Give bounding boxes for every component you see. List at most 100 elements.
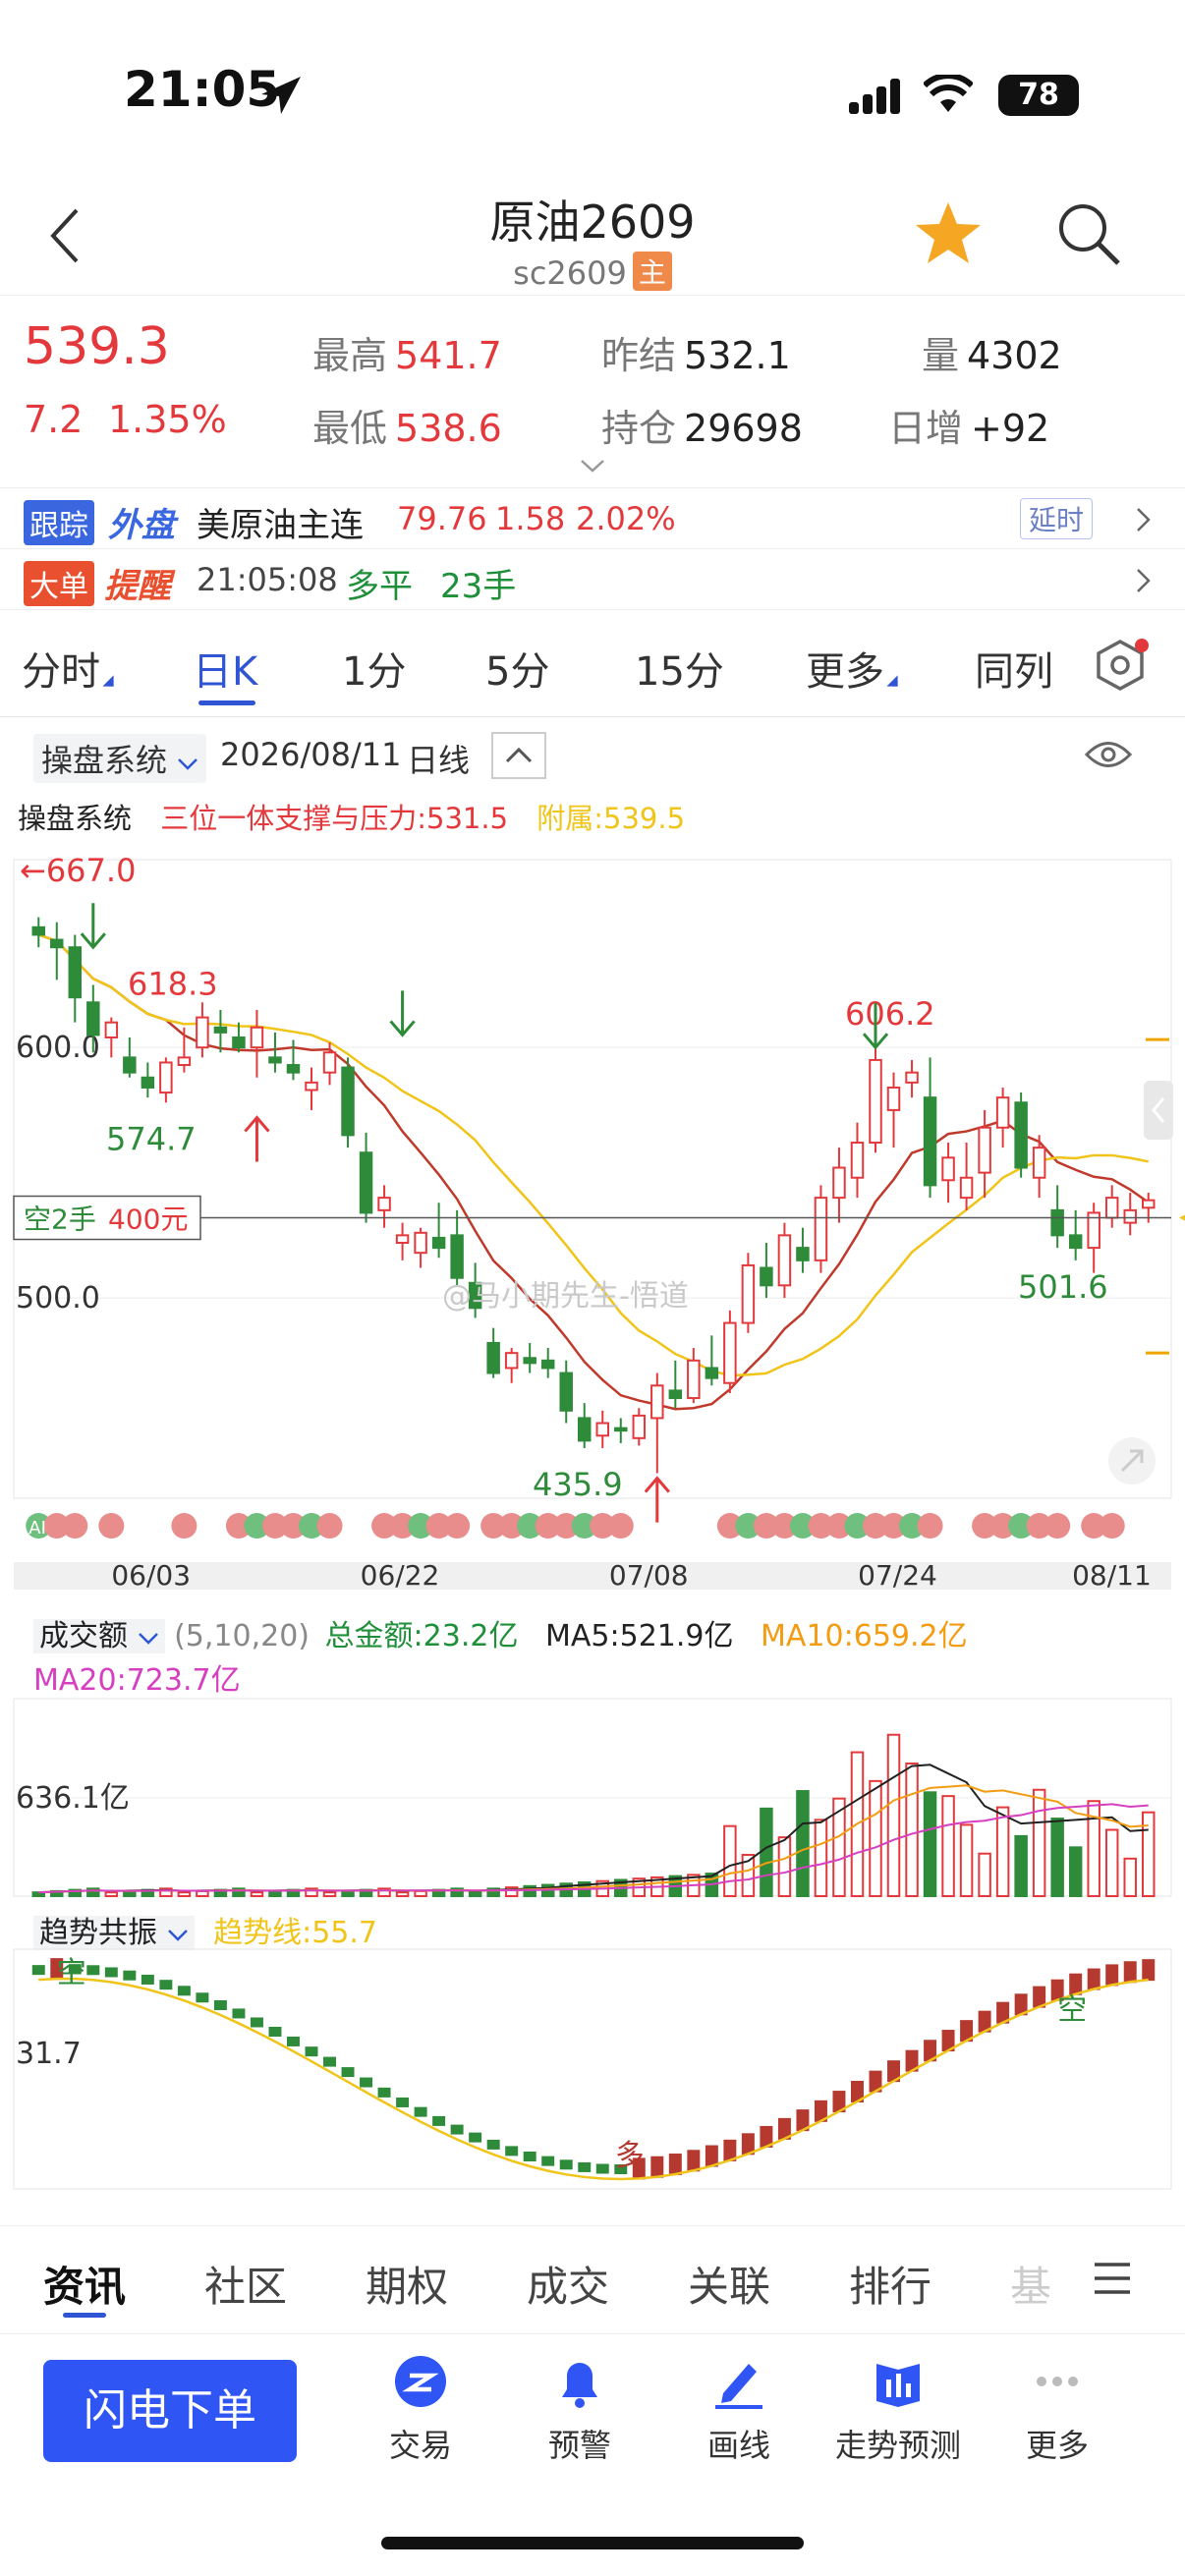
tab-1min[interactable]: 1分 [342, 640, 406, 697]
trend-chart[interactable]: 31.7 空多 空 [0, 1945, 1185, 2196]
plot-frame [13, 859, 1172, 1499]
trend-block [250, 2017, 263, 2028]
tab-basis[interactable]: 基 [1010, 2254, 1051, 2314]
status-bar: 21:05 78 [0, 0, 1185, 187]
tab-ranking[interactable]: 排行 [849, 2254, 931, 2314]
volume-bar [177, 1891, 192, 1897]
low-annotation: 501.6 [1018, 1268, 1108, 1306]
trend-marker: 空 [1057, 1993, 1087, 2028]
candle-body [777, 1234, 792, 1287]
flash-order-button[interactable]: 闪电下单 [43, 2360, 297, 2462]
big-order-row[interactable]: 大单 提醒 21:05:08 多平 23手 [0, 548, 1185, 609]
footer-forecast[interactable]: 走势预测 [819, 2354, 977, 2466]
trend-block [31, 1965, 45, 1976]
system-selector[interactable]: 操盘系统 [33, 734, 207, 783]
buy-arrow-icon [644, 1476, 670, 1523]
trend-block [595, 2163, 609, 2174]
x-tick-label: 07/08 [609, 1559, 689, 1592]
ai-badge-label: AI [28, 1518, 46, 1539]
volume-bar [104, 1891, 119, 1897]
high-annotation: ←667.0 [20, 852, 136, 889]
trend-block [1123, 1961, 1137, 1984]
expand-chevron-icon[interactable] [578, 458, 607, 474]
collapse-toggle-icon[interactable] [491, 732, 546, 779]
open-interest-field: 持仓 29698 [601, 407, 803, 450]
tab-daily-k[interactable]: 日K [193, 640, 257, 697]
tab-trades[interactable]: 成交 [527, 2254, 609, 2314]
volume-bar [923, 1791, 937, 1897]
trend-block [123, 1970, 137, 1981]
foreign-badge: 外盘 [108, 506, 175, 545]
main-contract-badge: 主 [632, 252, 672, 291]
tab-more[interactable]: 更多 [806, 640, 900, 697]
candle-body [832, 1166, 846, 1200]
candle-body [941, 1156, 955, 1182]
volume-params: (5,10,20) [174, 1619, 310, 1653]
dropdown-triangle-icon [886, 675, 898, 687]
candle-body [741, 1263, 756, 1324]
trend-block [414, 2106, 427, 2117]
location-arrow-icon [261, 77, 301, 114]
favorite-star-icon[interactable] [914, 200, 983, 265]
volume-selector[interactable]: 成交额 [33, 1619, 165, 1653]
peak-annotation: 618.3 [128, 965, 218, 1002]
volume-chart[interactable]: 636.1亿 [0, 1695, 1185, 1906]
volume-bar [1123, 1857, 1137, 1898]
candle-body [814, 1197, 828, 1261]
ticker-change-pct: 2.02% [576, 500, 676, 537]
menu-icon[interactable] [1093, 2262, 1132, 2295]
ai-badge [444, 1513, 471, 1539]
candle-body [1104, 1197, 1119, 1219]
trend-block [505, 2146, 519, 2156]
candle-body [595, 1422, 609, 1437]
trend-block [396, 2097, 410, 2107]
tab-15min[interactable]: 15分 [635, 640, 724, 697]
indicator-legend: 操盘系统 三位一体支撑与压力:531.5 附属:539.5 [18, 796, 685, 837]
candle-body [650, 1384, 664, 1420]
battery-indicator: 78 [998, 75, 1079, 116]
ticker-price: 79.76 [397, 500, 487, 537]
chart-date: 2026/08/11 [220, 736, 402, 773]
candle-body [578, 1417, 592, 1442]
volume-bar [886, 1733, 901, 1897]
tab-intraday[interactable]: 分时 [22, 640, 116, 697]
position-value: 400元 [108, 1204, 188, 1236]
sell-arrow-icon [389, 990, 416, 1037]
chevron-right-icon [1137, 569, 1151, 592]
chart-settings-icon[interactable] [1093, 638, 1152, 695]
sell-arrow-icon [80, 903, 106, 950]
y-tick-label: 500.0 [16, 1281, 100, 1316]
candle-body [414, 1231, 427, 1255]
candle-body [123, 1056, 137, 1074]
prev-settle-field: 昨结 532.1 [601, 334, 791, 377]
footer-trade[interactable]: 交易 [342, 2354, 499, 2466]
volume-bar [322, 1891, 337, 1897]
ai-badge [1044, 1513, 1071, 1539]
eye-icon[interactable] [1085, 738, 1132, 771]
candle-body [50, 938, 64, 949]
daily-increase-field: 日增 +92 [888, 407, 1050, 450]
candle-body [869, 1058, 882, 1145]
footer-draw[interactable]: 画线 [660, 2354, 818, 2466]
tab-5min[interactable]: 5分 [485, 640, 549, 697]
candle-body [1014, 1101, 1028, 1169]
tab-options[interactable]: 期权 [366, 2254, 448, 2314]
tab-news[interactable]: 资讯 [43, 2254, 126, 2314]
candle-body [687, 1359, 701, 1400]
low-annotation: 574.7 [106, 1120, 197, 1157]
candle-body [705, 1367, 719, 1379]
candle-body [159, 1061, 173, 1094]
tab-community[interactable]: 社区 [204, 2254, 287, 2314]
footer-alert[interactable]: 预警 [501, 2354, 658, 2466]
candlestick-chart[interactable]: 600.0500.0空2手 400元←667.0618.3574.7435.960… [0, 840, 1185, 1606]
candle-body [559, 1372, 573, 1412]
search-icon[interactable] [1055, 200, 1124, 269]
chevron-down-icon [178, 758, 198, 770]
volume-bar [268, 1889, 282, 1897]
foreign-ticker-row[interactable]: 跟踪 外盘 美原油主连 79.76 1.58 2.02% 延时 [0, 487, 1185, 548]
tab-same-column[interactable]: 同列 [975, 640, 1053, 697]
period-tabs: 分时 日K 1分 5分 15分 更多 同列 [0, 609, 1185, 717]
tab-related[interactable]: 关联 [688, 2254, 770, 2314]
candle-body [86, 1001, 100, 1036]
footer-more[interactable]: 更多 [979, 2354, 1136, 2466]
